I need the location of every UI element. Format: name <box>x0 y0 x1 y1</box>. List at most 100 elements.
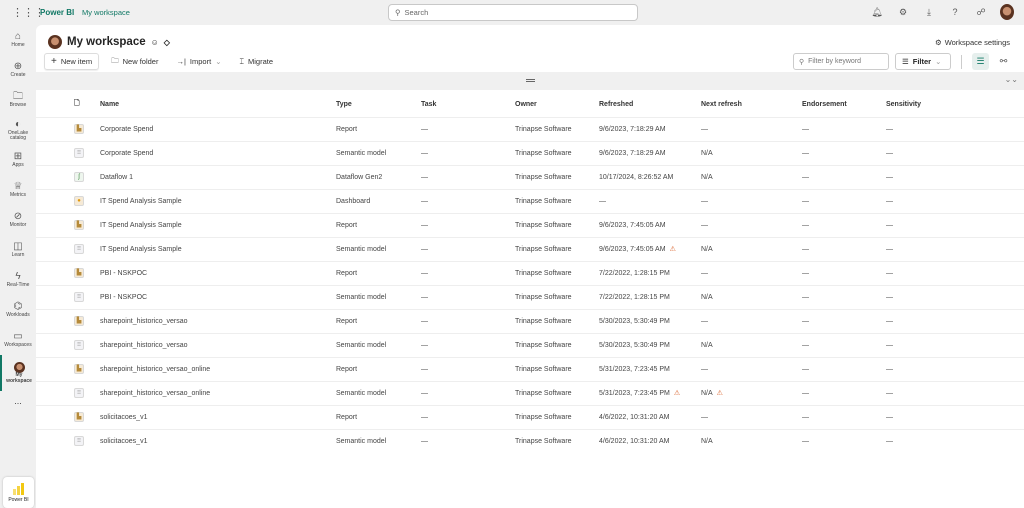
warning-icon[interactable]: ⚠ <box>670 246 676 253</box>
item-owner: Trinapse Software <box>515 188 599 213</box>
sidebar-item-learn[interactable]: ◫ Learn <box>0 235 36 265</box>
sidebar-item-workspaces[interactable]: ▭ Workspaces <box>0 325 36 355</box>
item-task: — <box>421 284 515 309</box>
model-icon: ⁝⁝ <box>74 292 84 302</box>
share-icon[interactable]: ☍ <box>974 7 988 18</box>
item-name[interactable]: solicitacoes_v1 <box>100 428 336 453</box>
filter-button[interactable]: ☰ Filter ⌄ <box>895 53 951 70</box>
column-header-sensitivity[interactable]: Sensitivity <box>886 93 1024 117</box>
item-name[interactable]: PBI - NSKPOC <box>100 284 336 309</box>
table-row[interactable]: ▙ PBI - NSKPOC Report — Trinapse Softwar… <box>36 260 1024 285</box>
new-item-button[interactable]: + New item <box>44 53 100 70</box>
column-header-owner[interactable]: Owner <box>515 93 599 117</box>
table-row[interactable]: ▙ solicitacoes_v1 Report — Trinapse Soft… <box>36 404 1024 429</box>
item-name[interactable]: sharepoint_historico_versao_online <box>100 380 336 405</box>
item-sensitivity: — <box>886 332 1024 357</box>
warning-icon[interactable]: ⚠ <box>674 390 680 397</box>
workspace-panel: My workspace ☺ ◇ + New item 🗀︎ New folder … <box>36 25 1024 508</box>
table-row[interactable]: ▙ sharepoint_historico_versao Report — T… <box>36 308 1024 333</box>
item-name[interactable]: IT Spend Analysis Sample <box>100 236 336 261</box>
dataflow-icon: ʃ <box>74 172 84 182</box>
column-header-type[interactable]: Type <box>336 93 421 117</box>
item-sensitivity: — <box>886 308 1024 333</box>
table-row[interactable]: ⁝⁝ Corporate Spend Semantic model — Trin… <box>36 140 1024 165</box>
item-name[interactable]: sharepoint_historico_versao <box>100 332 336 357</box>
import-button[interactable]: →| Import ⌄ <box>170 53 227 70</box>
search-placeholder: Search <box>404 8 429 17</box>
chevron-double-down-icon[interactable]: ⌄⌄ <box>1005 75 1018 84</box>
sidebar-item-metrics[interactable]: ♕ Metrics <box>0 175 36 205</box>
brand-link[interactable]: Power BI <box>40 8 74 17</box>
table-row[interactable]: ▙ sharepoint_historico_versao_online Rep… <box>36 356 1024 381</box>
sidebar-item-apps[interactable]: ⊞ Apps <box>0 145 36 175</box>
item-name[interactable]: sharepoint_historico_versao_online <box>100 356 336 381</box>
sidebar-item-create[interactable]: ⊕ Create <box>0 55 36 85</box>
item-next-refresh: — <box>701 269 708 277</box>
drag-handle-icon[interactable] <box>526 79 535 82</box>
sidebar-item-real-time[interactable]: ϟ Real-Time <box>0 265 36 295</box>
sidebar-item-home[interactable]: ⌂ Home <box>0 25 36 55</box>
item-name[interactable]: PBI - NSKPOC <box>100 260 336 285</box>
column-header-name[interactable]: Name <box>100 93 336 117</box>
item-task: — <box>421 188 515 213</box>
lineage-view-button[interactable]: ⚯ <box>995 53 1012 70</box>
item-task: — <box>421 212 515 237</box>
sidebar-item-my-workspace[interactable]: My workspace <box>0 355 36 391</box>
filter-keyword-input[interactable]: ⚲ Filter by keyword <box>793 53 889 70</box>
item-next-refresh: — <box>701 125 708 133</box>
column-header-refreshed[interactable]: Refreshed <box>599 93 701 117</box>
item-name[interactable]: solicitacoes_v1 <box>100 404 336 429</box>
item-name[interactable]: sharepoint_historico_versao <box>100 308 336 333</box>
download-icon[interactable]: ⤓ <box>922 7 936 18</box>
column-header-task[interactable]: Task <box>421 93 515 117</box>
sidebar-item-monitor[interactable]: ⊘ Monitor <box>0 205 36 235</box>
item-name[interactable]: Corporate Spend <box>100 116 336 141</box>
table-row[interactable]: ⁝⁝ sharepoint_historico_versao Semantic … <box>36 332 1024 357</box>
sidebar-item-onelake-catalog[interactable]: ◐ OneLake catalog <box>0 115 36 145</box>
migrate-button[interactable]: ⌶ Migrate <box>233 53 279 70</box>
search-icon: ⚲ <box>799 58 805 66</box>
item-type: Report <box>336 212 421 237</box>
table-row[interactable]: ▙ Corporate Spend Report — Trinapse Soft… <box>36 116 1024 141</box>
warning-icon[interactable]: ⚠ <box>717 390 723 397</box>
column-header-endorsement[interactable]: Endorsement <box>802 93 886 117</box>
more-button[interactable]: ... <box>0 391 36 413</box>
item-name[interactable]: Dataflow 1 <box>100 164 336 189</box>
item-name[interactable]: IT Spend Analysis Sample <box>100 188 336 213</box>
avatar[interactable] <box>1000 4 1014 20</box>
list-view-button[interactable]: ☰ <box>972 53 989 70</box>
table-row[interactable]: ⁝⁝ solicitacoes_v1 Semantic model — Trin… <box>36 428 1024 453</box>
new-item-label: New item <box>60 57 93 66</box>
plus-circle-icon: ⊕ <box>13 61 23 73</box>
sidebar-item-workloads[interactable]: ⌬ Workloads <box>0 295 36 325</box>
table-row[interactable]: ● IT Spend Analysis Sample Dashboard — T… <box>36 188 1024 213</box>
table-row[interactable]: ʃ Dataflow 1 Dataflow Gen2 — Trinapse So… <box>36 164 1024 189</box>
item-type: Semantic model <box>336 236 421 261</box>
table-row[interactable]: ⁝⁝ sharepoint_historico_versao_online Se… <box>36 380 1024 405</box>
table-row[interactable]: ⁝⁝ PBI - NSKPOC Semantic model — Trinaps… <box>36 284 1024 309</box>
bell-icon[interactable]: 🔔︎ <box>870 7 884 18</box>
help-icon[interactable]: ? <box>948 7 962 17</box>
sidebar-item-label: Browse <box>9 102 27 109</box>
table-row[interactable]: ⁝⁝ IT Spend Analysis Sample Semantic mod… <box>36 236 1024 261</box>
search-input[interactable]: ⚲ Search <box>388 4 638 21</box>
table-row[interactable]: ▙ IT Spend Analysis Sample Report — Trin… <box>36 212 1024 237</box>
workspace-settings-button[interactable]: ⚙ Workspace settings <box>935 38 1010 47</box>
item-name[interactable]: IT Spend Analysis Sample <box>100 212 336 237</box>
item-owner: Trinapse Software <box>515 164 599 189</box>
premium-diamond-icon[interactable]: ◇ <box>164 38 170 47</box>
item-sensitivity: — <box>886 356 1024 381</box>
workspace-identity-icon[interactable]: ☺ <box>151 38 159 47</box>
item-endorsement: — <box>802 140 886 165</box>
gear-icon[interactable]: ⚙ <box>896 7 910 18</box>
item-refreshed: 9/6/2023, 7:18:29 AM <box>599 125 666 133</box>
item-name[interactable]: Corporate Spend <box>100 140 336 165</box>
sidebar-item-browse[interactable]: 🗀︎ Browse <box>0 85 36 115</box>
power-bi-app-switcher[interactable]: Power BI <box>3 477 34 508</box>
file-type-icon: 🗋︎ <box>74 100 80 108</box>
sidebar: ⌂ Home ⊕ Create 🗀︎ Browse ◐ OneLake catalog ⊞ App… <box>0 25 36 508</box>
model-icon: ⁝⁝ <box>74 436 84 447</box>
breadcrumb[interactable]: My workspace <box>82 8 130 17</box>
column-header-next-refresh[interactable]: Next refresh <box>701 93 802 117</box>
new-folder-button[interactable]: 🗀︎ New folder <box>105 53 164 70</box>
